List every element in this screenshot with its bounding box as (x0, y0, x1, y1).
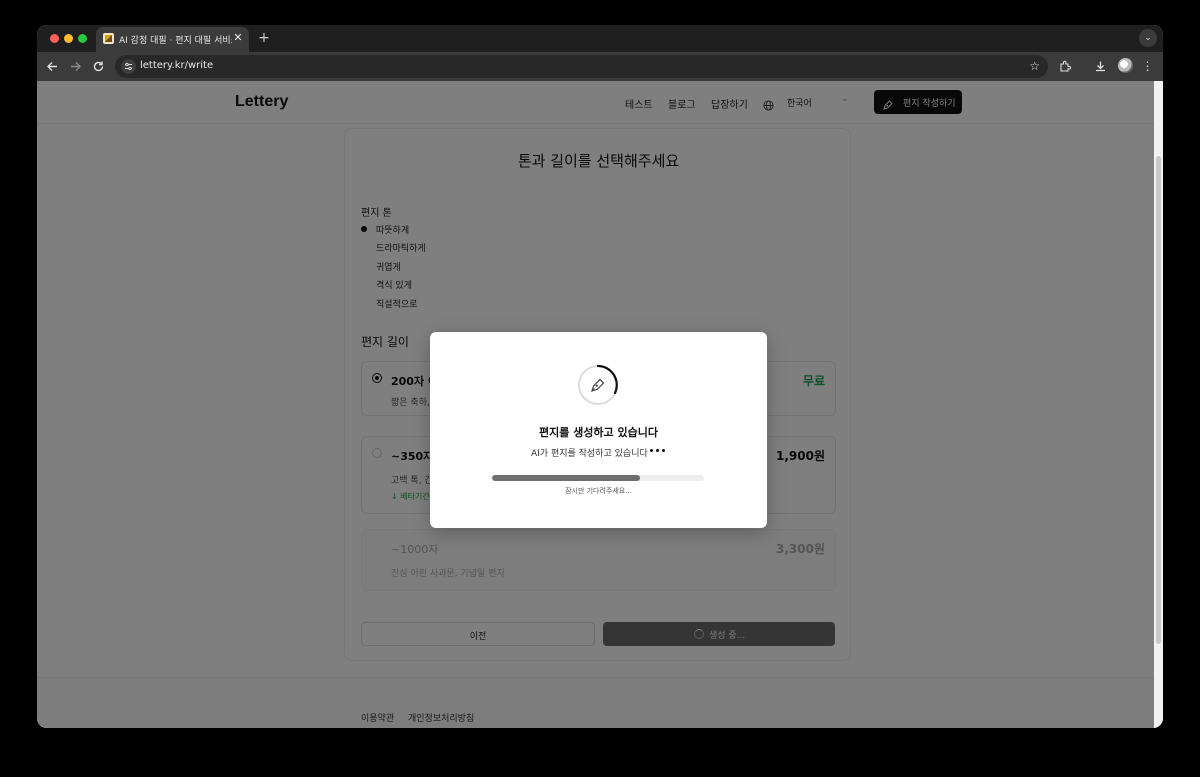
progress-bar (492, 475, 704, 481)
maximize-window-button[interactable] (78, 34, 87, 43)
wait-message: 잠시만 기다려주세요... (565, 487, 632, 495)
site-favicon-icon (103, 33, 114, 44)
back-arrow-icon[interactable] (45, 59, 60, 74)
forward-arrow-icon[interactable] (68, 59, 83, 74)
browser-toolbar: lettery.kr/write ☆ ⋮ (37, 52, 1163, 81)
modal-subtitle: AI가 편지를 작성하고 있습니다 (531, 449, 648, 459)
browser-tab[interactable]: AI 감정 대필 · 편지 대필 서비스 - L ✕ (96, 27, 249, 52)
reload-icon[interactable] (91, 59, 106, 74)
tab-strip: AI 감정 대필 · 편지 대필 서비스 - L ✕ + ⌄ (37, 25, 1163, 52)
more-vertical-icon[interactable]: ⋮ (1140, 59, 1155, 74)
minimize-window-button[interactable] (64, 34, 73, 43)
progress-bar-fill (492, 475, 641, 481)
tab-search-chevron-icon[interactable]: ⌄ (1139, 29, 1157, 47)
new-tab-icon[interactable]: + (257, 31, 271, 45)
close-window-button[interactable] (50, 34, 59, 43)
download-icon[interactable] (1093, 59, 1108, 74)
bookmark-star-icon[interactable]: ☆ (1029, 59, 1040, 73)
tab-close-icon[interactable]: ✕ (232, 32, 244, 44)
address-bar[interactable]: lettery.kr/write ☆ (115, 55, 1048, 78)
pen-spinner-icon (577, 364, 619, 406)
page: Lettery 테스트 블로그 답장하기 한국어 ⌄ 편지 작성하기 톤과 길이… (37, 81, 1163, 728)
modal-title: 편지를 생성하고 있습니다 (539, 426, 658, 439)
site-info-icon[interactable] (121, 59, 136, 74)
generating-modal: 편지를 생성하고 있습니다 AI가 편지를 작성하고 있습니다 잠시만 기다려주… (430, 332, 767, 528)
profile-avatar[interactable] (1118, 58, 1133, 73)
browser-window: AI 감정 대필 · 편지 대필 서비스 - L ✕ + ⌄ lettery.k… (37, 25, 1163, 728)
extensions-icon[interactable] (1058, 59, 1073, 74)
url-text: lettery.kr/write (140, 60, 214, 71)
tab-title: AI 감정 대필 · 편지 대필 서비스 - L (119, 36, 232, 46)
page-scrollbar[interactable] (1154, 81, 1163, 728)
typing-dots-icon (650, 446, 666, 456)
scrollbar-thumb[interactable] (1156, 156, 1161, 644)
